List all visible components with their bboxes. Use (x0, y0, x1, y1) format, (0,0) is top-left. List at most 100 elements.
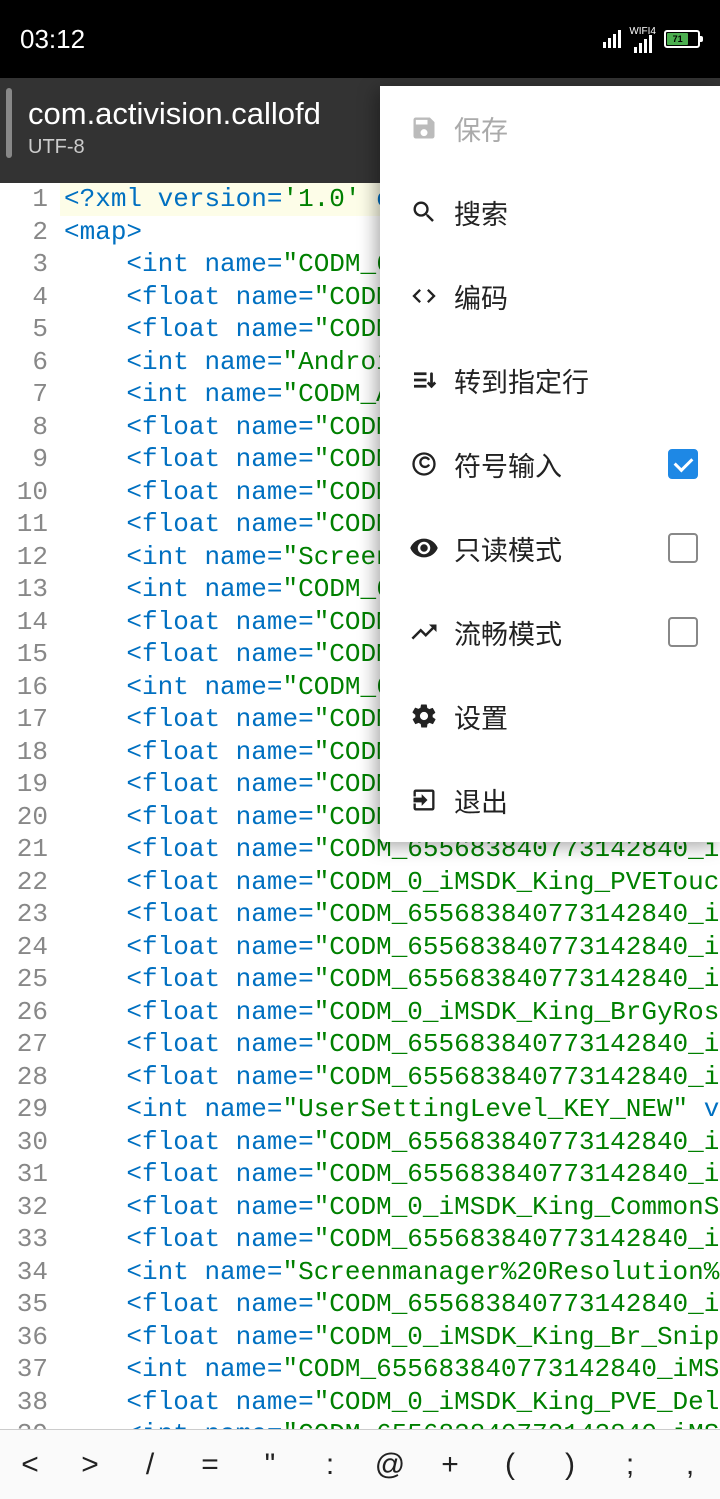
checkbox-on-icon[interactable] (668, 449, 698, 479)
code-content[interactable]: <float name="CODM_655683840773142840_iMS (60, 1223, 720, 1256)
code-line[interactable]: 32 <float name="CODM_0_iMSDK_King_Common… (0, 1191, 720, 1224)
symbol-key[interactable]: " (240, 1430, 300, 1499)
menu-goto-label: 转到指定行 (454, 361, 698, 400)
code-content[interactable]: <float name="CODM_0_iMSDK_King_Br_Sniper… (60, 1321, 720, 1354)
code-content[interactable]: <float name="CODM_655683840773142840_iMS (60, 1288, 720, 1321)
symbol-key[interactable]: ( (480, 1430, 540, 1499)
symbol-key[interactable]: = (180, 1430, 240, 1499)
status-icons: WIFI4 71 (603, 26, 700, 53)
menu-search-label: 搜索 (454, 193, 698, 232)
line-number: 8 (0, 411, 60, 444)
code-content[interactable]: <float name="CODM_655683840773142840_iMS (60, 1126, 720, 1159)
code-content[interactable]: <int name="UserSettingLevel_KEY_NEW" val… (60, 1093, 720, 1126)
menu-exit-label: 退出 (454, 781, 698, 820)
status-time: 03:12 (20, 24, 85, 55)
menu-symbol-input[interactable]: 符号输入 (380, 422, 720, 506)
menu-goto-line[interactable]: 转到指定行 (380, 338, 720, 422)
menu-settings-label: 设置 (454, 697, 698, 736)
code-line[interactable]: 34 <int name="Screenmanager%20Resolution… (0, 1256, 720, 1289)
code-content[interactable]: <float name="CODM_655683840773142840_iMS (60, 1061, 720, 1094)
code-content[interactable]: <float name="CODM_655683840773142840_iMS (60, 898, 720, 931)
menu-search[interactable]: 搜索 (380, 170, 720, 254)
code-content[interactable]: <float name="CODM_0_iMSDK_King_PVETouchF (60, 866, 720, 899)
code-content[interactable]: <float name="CODM_655683840773142840_iMS (60, 1028, 720, 1061)
menu-encoding[interactable]: 编码 (380, 254, 720, 338)
line-number: 19 (0, 768, 60, 801)
line-number: 30 (0, 1126, 60, 1159)
code-content[interactable]: <int name="CODM_655683840773142840_iMSD (60, 1353, 720, 1386)
code-line[interactable]: 31 <float name="CODM_655683840773142840_… (0, 1158, 720, 1191)
line-number: 35 (0, 1288, 60, 1321)
code-content[interactable]: <float name="CODM_655683840773142840_iMS (60, 931, 720, 964)
search-icon (402, 198, 446, 226)
menu-smooth[interactable]: 流畅模式 (380, 590, 720, 674)
code-line[interactable]: 33 <float name="CODM_655683840773142840_… (0, 1223, 720, 1256)
symbol-key[interactable]: + (420, 1430, 480, 1499)
code-content[interactable]: <float name="CODM_0_iMSDK_King_BrGyRosco… (60, 996, 720, 1029)
menu-readonly-label: 只读模式 (454, 529, 668, 568)
symbol-key[interactable]: ; (600, 1430, 660, 1499)
code-line[interactable]: 30 <float name="CODM_655683840773142840_… (0, 1126, 720, 1159)
battery-icon: 71 (664, 30, 700, 48)
exit-icon (402, 786, 446, 814)
code-content[interactable]: <float name="CODM_0_iMSDK_King_CommonSp (60, 1191, 720, 1224)
code-content[interactable]: <int name="CODM_655683840773142840_iMS (60, 1418, 720, 1429)
line-number: 21 (0, 833, 60, 866)
line-number: 18 (0, 736, 60, 769)
symbol-key[interactable]: : (300, 1430, 360, 1499)
line-number: 38 (0, 1386, 60, 1419)
line-number: 9 (0, 443, 60, 476)
line-number: 23 (0, 898, 60, 931)
line-number: 4 (0, 281, 60, 314)
line-number: 26 (0, 996, 60, 1029)
checkbox-off-icon[interactable] (668, 533, 698, 563)
code-line[interactable]: 39 <int name="CODM_655683840773142840_iM… (0, 1418, 720, 1429)
line-number: 37 (0, 1353, 60, 1386)
line-number: 20 (0, 801, 60, 834)
code-line[interactable]: 25 <float name="CODM_655683840773142840_… (0, 963, 720, 996)
menu-settings[interactable]: 设置 (380, 674, 720, 758)
code-line[interactable]: 23 <float name="CODM_655683840773142840_… (0, 898, 720, 931)
code-line[interactable]: 22 <float name="CODM_0_iMSDK_King_PVETou… (0, 866, 720, 899)
line-number: 15 (0, 638, 60, 671)
line-number: 29 (0, 1093, 60, 1126)
code-line[interactable]: 37 <int name="CODM_655683840773142840_iM… (0, 1353, 720, 1386)
code-line[interactable]: 28 <float name="CODM_655683840773142840_… (0, 1061, 720, 1094)
line-number: 34 (0, 1256, 60, 1289)
symbol-key[interactable]: < (0, 1430, 60, 1499)
overflow-menu: 保存 搜索 编码 转到指定行 符号输入 只读模式 流畅模 (380, 86, 720, 842)
symbol-key[interactable]: @ (360, 1430, 420, 1499)
code-line[interactable]: 24 <float name="CODM_655683840773142840_… (0, 931, 720, 964)
line-number: 11 (0, 508, 60, 541)
eye-icon (402, 533, 446, 563)
line-number: 36 (0, 1321, 60, 1354)
menu-exit[interactable]: 退出 (380, 758, 720, 842)
code-line[interactable]: 29 <int name="UserSettingLevel_KEY_NEW" … (0, 1093, 720, 1126)
code-line[interactable]: 38 <float name="CODM_0_iMSDK_King_PVE_De… (0, 1386, 720, 1419)
line-number: 24 (0, 931, 60, 964)
code-content[interactable]: <int name="Screenmanager%20Resolution%20… (60, 1256, 720, 1289)
code-line[interactable]: 26 <float name="CODM_0_iMSDK_King_BrGyRo… (0, 996, 720, 1029)
code-line[interactable]: 36 <float name="CODM_0_iMSDK_King_Br_Sni… (0, 1321, 720, 1354)
code-line[interactable]: 27 <float name="CODM_655683840773142840_… (0, 1028, 720, 1061)
menu-encoding-label: 编码 (454, 277, 698, 316)
symbol-key[interactable]: / (120, 1430, 180, 1499)
menu-readonly[interactable]: 只读模式 (380, 506, 720, 590)
copyright-icon (402, 450, 446, 478)
line-number: 3 (0, 248, 60, 281)
line-number: 16 (0, 671, 60, 704)
code-line[interactable]: 35 <float name="CODM_655683840773142840_… (0, 1288, 720, 1321)
line-number: 31 (0, 1158, 60, 1191)
code-content[interactable]: <float name="CODM_655683840773142840_iMS (60, 963, 720, 996)
menu-save[interactable]: 保存 (380, 86, 720, 170)
line-number: 27 (0, 1028, 60, 1061)
line-number: 14 (0, 606, 60, 639)
code-content[interactable]: <float name="CODM_0_iMSDK_King_PVE_Delta… (60, 1386, 720, 1419)
menu-save-label: 保存 (454, 109, 698, 148)
symbol-key[interactable]: ) (540, 1430, 600, 1499)
symbol-key[interactable]: , (660, 1430, 720, 1499)
symbol-key[interactable]: > (60, 1430, 120, 1499)
symbol-bar: <>/=":@+();, (0, 1429, 720, 1499)
checkbox-off-icon[interactable] (668, 617, 698, 647)
code-content[interactable]: <float name="CODM_655683840773142840_iMS (60, 1158, 720, 1191)
